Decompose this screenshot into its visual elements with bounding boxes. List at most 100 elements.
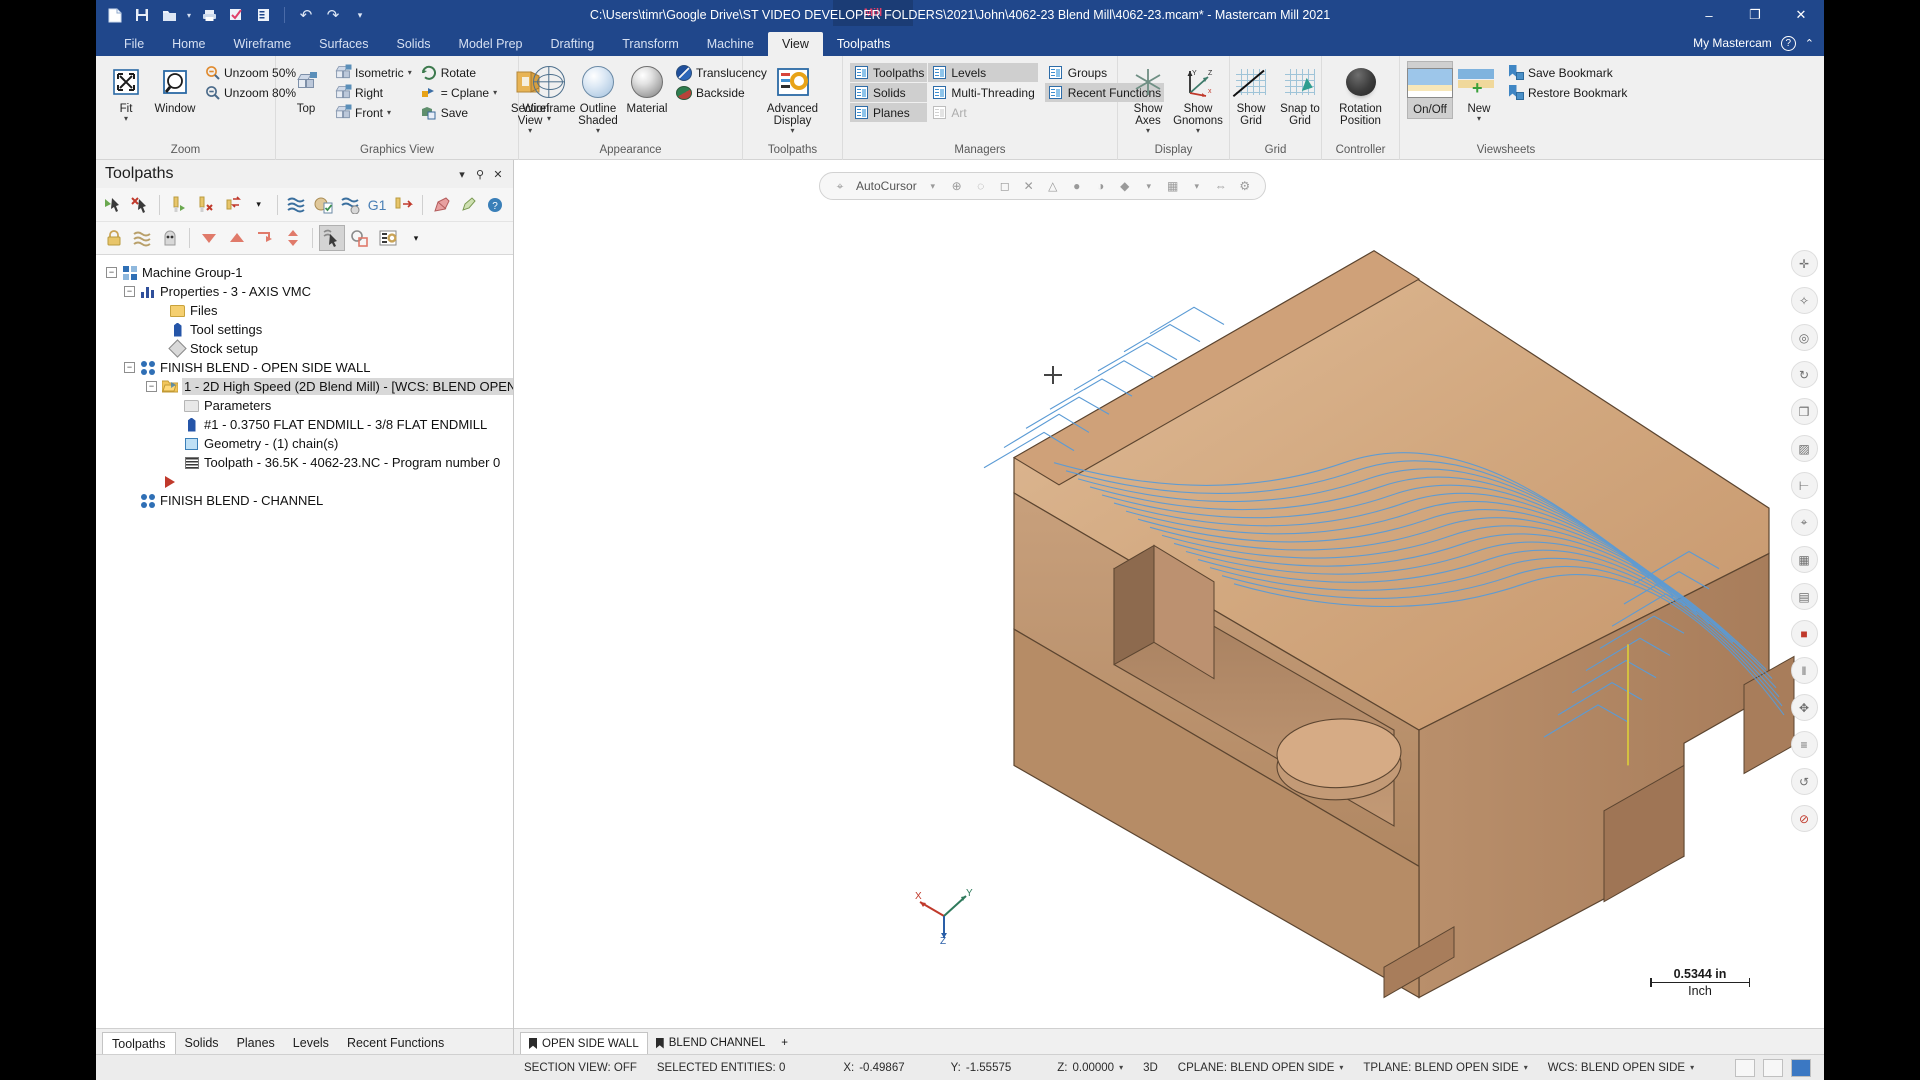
toolpath-options-icon[interactable] — [375, 225, 401, 251]
fit-view-icon[interactable]: ✛ — [1790, 250, 1818, 277]
undo-view-icon[interactable]: ↺ — [1790, 768, 1818, 795]
expander-icon[interactable]: − — [106, 267, 117, 278]
tree-toolpath-nc[interactable]: Toolpath - 36.5K - 4062-23.NC - Program … — [106, 453, 513, 472]
wcs-caret-icon[interactable]: ▾ — [1690, 1063, 1694, 1072]
status-button-1[interactable] — [1735, 1058, 1755, 1077]
verify-icon[interactable] — [311, 192, 336, 218]
autocursor-bar[interactable]: ⌖ AutoCursor ▾ ⊕ ◌ ◻ ✕ △ ● ◑ ◆ ▾ ▦ ▾ ⇔ ⚙ — [819, 172, 1266, 200]
tree-parameters[interactable]: Parameters — [106, 396, 513, 415]
only-selected-icon[interactable] — [319, 225, 345, 251]
tab-toolpaths[interactable]: Toolpaths — [822, 32, 905, 56]
cplane-caret-icon[interactable]: ▾ — [1339, 1063, 1343, 1072]
regenerate-dirty-icon[interactable] — [219, 192, 244, 218]
color-icon[interactable]: ■ — [1790, 620, 1818, 647]
move-down-icon[interactable] — [196, 225, 222, 251]
show-grid-button[interactable]: Show Grid — [1228, 61, 1274, 129]
new-viewsheet-caret-icon[interactable]: ▾ — [1477, 115, 1481, 123]
minimize-button[interactable]: – — [1686, 0, 1732, 30]
right-view-item[interactable]: Right — [332, 83, 415, 102]
show-axes-button[interactable]: Show Axes ▾ — [1125, 61, 1171, 137]
show-gnomons-button[interactable]: Y Zx Show Gnomons ▾ — [1173, 61, 1223, 137]
layers-icon[interactable]: ≡ — [1790, 731, 1818, 758]
wireframe-caret-icon[interactable]: ▾ — [547, 115, 551, 123]
save-bookmark-item[interactable]: Save Bookmark — [1505, 63, 1630, 82]
autocursor-quadrant-icon[interactable]: ◑ — [1093, 178, 1109, 194]
tree-machine-group[interactable]: − Machine Group-1 — [106, 263, 513, 282]
help-icon[interactable]: ? — [483, 192, 508, 218]
tab-surfaces[interactable]: Surfaces — [305, 32, 382, 56]
shaded-display-icon[interactable]: ◎ — [1790, 324, 1818, 351]
tree-toolpath-group-open-side-wall[interactable]: − FINISH BLEND - OPEN SIDE WALL — [106, 358, 513, 377]
viewsheet-tab-blend-channel[interactable]: BLEND CHANNEL — [648, 1032, 774, 1054]
tree-geometry[interactable]: Geometry - (1) chain(s) — [106, 434, 513, 453]
panel-dropdown-icon[interactable]: ▾ — [453, 165, 471, 183]
autocursor-midpoint-icon[interactable]: △ — [1045, 178, 1061, 194]
z-caret-icon[interactable]: ▾ — [1119, 1063, 1123, 1072]
measure-icon[interactable]: ⊢ — [1790, 472, 1818, 499]
close-button[interactable]: ✕ — [1778, 0, 1824, 30]
panel-tab-levels[interactable]: Levels — [284, 1032, 338, 1054]
add-viewsheet-button[interactable]: + — [773, 1032, 796, 1054]
material-button[interactable]: Material — [624, 61, 670, 117]
collapse-ribbon-icon[interactable]: ⌃ — [1805, 37, 1814, 50]
tab-view[interactable]: View — [768, 32, 823, 56]
tab-transform[interactable]: Transform — [608, 32, 693, 56]
outline-shaded-caret-icon[interactable]: ▾ — [596, 127, 600, 135]
simulate-icon[interactable] — [338, 192, 363, 218]
autocursor-nearest-icon[interactable]: ◆ — [1117, 178, 1133, 194]
autocursor-caret2-ic[interactable]: ▾ — [1141, 178, 1157, 194]
regenerate-selected-icon[interactable] — [166, 192, 191, 218]
toggle-posting-icon[interactable] — [129, 225, 155, 251]
rotation-position-button[interactable]: Rotation Position — [1330, 61, 1392, 129]
toolpath-edit-icon[interactable] — [456, 192, 481, 218]
advanced-display-button[interactable]: Advanced Display ▾ — [757, 61, 829, 137]
manager-toolpaths-item[interactable]: Toolpaths — [850, 63, 928, 82]
view-mode-toggle[interactable]: 3D — [1133, 1062, 1168, 1074]
maximize-button[interactable]: ❐ — [1732, 0, 1778, 30]
fit-button[interactable]: Fit ▾ — [103, 61, 149, 125]
isometric-caret-icon[interactable]: ▾ — [408, 68, 412, 77]
tab-file[interactable]: File — [110, 32, 158, 56]
save-view-item[interactable]: Save — [418, 103, 500, 122]
tplane-status[interactable]: TPLANE: BLEND OPEN SIDE ▾ — [1353, 1062, 1537, 1074]
tree-tool-settings[interactable]: Tool settings — [106, 320, 513, 339]
tree-insert-arrow[interactable] — [106, 472, 513, 491]
toolpaths-tree[interactable]: − Machine Group-1 − Properties - 3 - AXI… — [96, 255, 513, 1028]
tree-tool[interactable]: #1 - 0.3750 FLAT ENDMILL - 3/8 FLAT ENDM… — [106, 415, 513, 434]
tree-toolpath-group-channel[interactable]: FINISH BLEND - CHANNEL — [106, 491, 513, 510]
top-view-button[interactable]: Top — [283, 61, 329, 117]
rotate-view-icon[interactable]: ↻ — [1790, 361, 1818, 388]
show-gnomons-caret-icon[interactable]: ▾ — [1196, 127, 1200, 135]
wireframe-display-icon[interactable]: ✧ — [1790, 287, 1818, 314]
panel-tab-toolpaths[interactable]: Toolpaths — [102, 1032, 176, 1054]
autocursor-intersection-icon[interactable]: ✕ — [1021, 178, 1037, 194]
autocursor-point-icon[interactable]: ● — [1069, 178, 1085, 194]
panel-tab-recent-functions[interactable]: Recent Functions — [338, 1032, 453, 1054]
level-display-icon[interactable]: ▤ — [1790, 583, 1818, 610]
manager-levels-item[interactable]: Levels — [928, 63, 1038, 82]
autocursor-endpoint-icon[interactable]: ◻ — [997, 178, 1013, 194]
tree-files[interactable]: Files — [106, 301, 513, 320]
manager-multi-threading-item[interactable]: Multi-Threading — [928, 83, 1037, 102]
manager-planes-item[interactable]: Planes — [850, 103, 928, 122]
front-view-item[interactable]: Front ▾ — [332, 103, 415, 122]
tab-wireframe[interactable]: Wireframe — [220, 32, 306, 56]
front-caret-icon[interactable]: ▾ — [387, 108, 391, 117]
autocursor-grid-icon[interactable]: ▦ — [1165, 178, 1181, 194]
backplot-icon[interactable] — [284, 192, 309, 218]
g1-post-icon[interactable]: G1 — [365, 192, 390, 218]
tab-drafting[interactable]: Drafting — [536, 32, 608, 56]
isometric-view-item[interactable]: Isometric ▾ — [332, 63, 415, 82]
select-all-operations-icon[interactable] — [101, 192, 126, 218]
blank-entities-icon[interactable]: ▦ — [1790, 546, 1818, 573]
fit-caret-icon[interactable]: ▾ — [124, 115, 128, 123]
move-insert-arrow-icon[interactable] — [280, 225, 306, 251]
panel-close-icon[interactable]: ✕ — [489, 165, 507, 183]
options-caret-icon[interactable]: ▾ — [403, 225, 429, 251]
window-zoom-button[interactable]: Window — [152, 61, 198, 117]
section-view-status[interactable]: SECTION VIEW: OFF — [514, 1062, 647, 1074]
insert-arrow-icon[interactable] — [252, 225, 278, 251]
panel-pin-icon[interactable]: ⚲ — [471, 165, 489, 183]
autocursor-relative-icon[interactable]: ⇔ — [1213, 178, 1229, 194]
regenerate-options-caret-icon[interactable]: ▾ — [246, 192, 271, 218]
